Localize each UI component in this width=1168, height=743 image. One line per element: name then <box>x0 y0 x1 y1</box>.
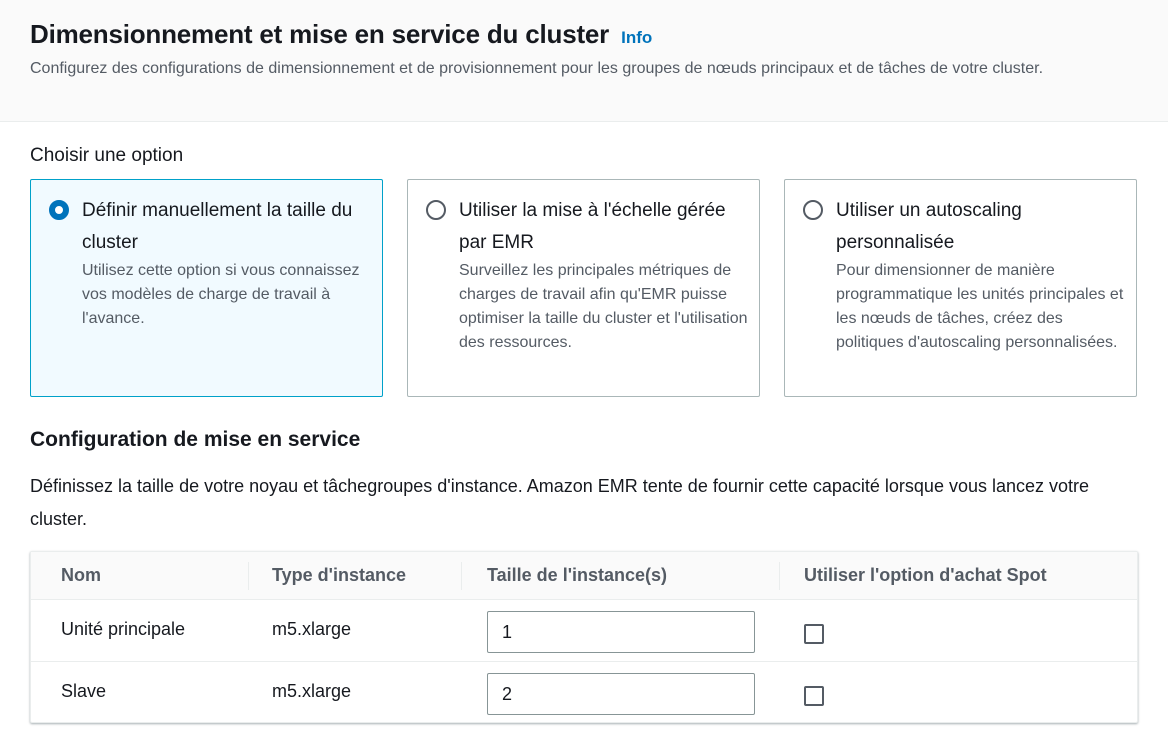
column-divider <box>248 562 249 590</box>
table-header: Nom Type d'instance Taille de l'instance… <box>31 552 1137 600</box>
spot-checkbox[interactable] <box>804 624 824 644</box>
column-header-spot-option: Utiliser l'option d'achat Spot <box>804 565 1047 585</box>
option-group-label: Choisir une option <box>30 145 184 166</box>
info-link[interactable]: Info <box>621 28 652 48</box>
radio-button-selected[interactable] <box>49 200 69 220</box>
column-header-name: Nom <box>61 565 101 585</box>
spot-checkbox[interactable] <box>804 686 824 706</box>
column-divider <box>779 562 780 590</box>
provisioning-section-title: Configuration de mise en service <box>30 428 361 451</box>
column-header-instance-type: Type d'instance <box>272 565 406 585</box>
option-description: Utilisez cette option si vous connaissez… <box>82 262 360 327</box>
radio-button[interactable] <box>426 200 446 220</box>
radio-button[interactable] <box>803 200 823 220</box>
instance-size-input[interactable] <box>487 611 755 653</box>
option-description: Surveillez les principales métriques de … <box>459 262 748 351</box>
provisioning-section-description: Définissez la taille de votre noyau et t… <box>30 476 1090 529</box>
option-title: Définir manuellement la taille du cluste… <box>82 200 353 253</box>
row-name: Slave <box>61 681 107 701</box>
option-card-manual-size[interactable]: Définir manuellement la taille du cluste… <box>30 179 383 397</box>
option-title: Utiliser un autoscaling personnalisée <box>836 200 1022 253</box>
header-title-row: Dimensionnement et mise en service du cl… <box>30 19 652 50</box>
column-divider <box>461 562 462 590</box>
instance-groups-table: Nom Type d'instance Taille de l'instance… <box>30 551 1138 723</box>
row-name: Unité principale <box>61 619 186 639</box>
table-row: Unité principale m5.xlarge <box>31 600 1137 662</box>
row-instance-type: m5.xlarge <box>272 681 352 701</box>
option-card-emr-managed-scaling[interactable]: Utiliser la mise à l'échelle gérée par E… <box>407 179 760 397</box>
option-description: Pour dimensionner de manière programmati… <box>836 262 1124 351</box>
section-header: Dimensionnement et mise en service du cl… <box>0 0 1168 122</box>
option-title: Utiliser la mise à l'échelle gérée par E… <box>459 200 726 253</box>
table-row: Slave m5.xlarge <box>31 662 1137 724</box>
header-description: Configurez des configurations de dimensi… <box>30 60 1044 77</box>
row-instance-type: m5.xlarge <box>272 619 352 639</box>
page-title: Dimensionnement et mise en service du cl… <box>30 19 610 49</box>
column-header-instance-size: Taille de l'instance(s) <box>487 565 667 585</box>
instance-size-input[interactable] <box>487 673 755 715</box>
option-card-custom-autoscaling[interactable]: Utiliser un autoscaling personnalisée Po… <box>784 179 1137 397</box>
